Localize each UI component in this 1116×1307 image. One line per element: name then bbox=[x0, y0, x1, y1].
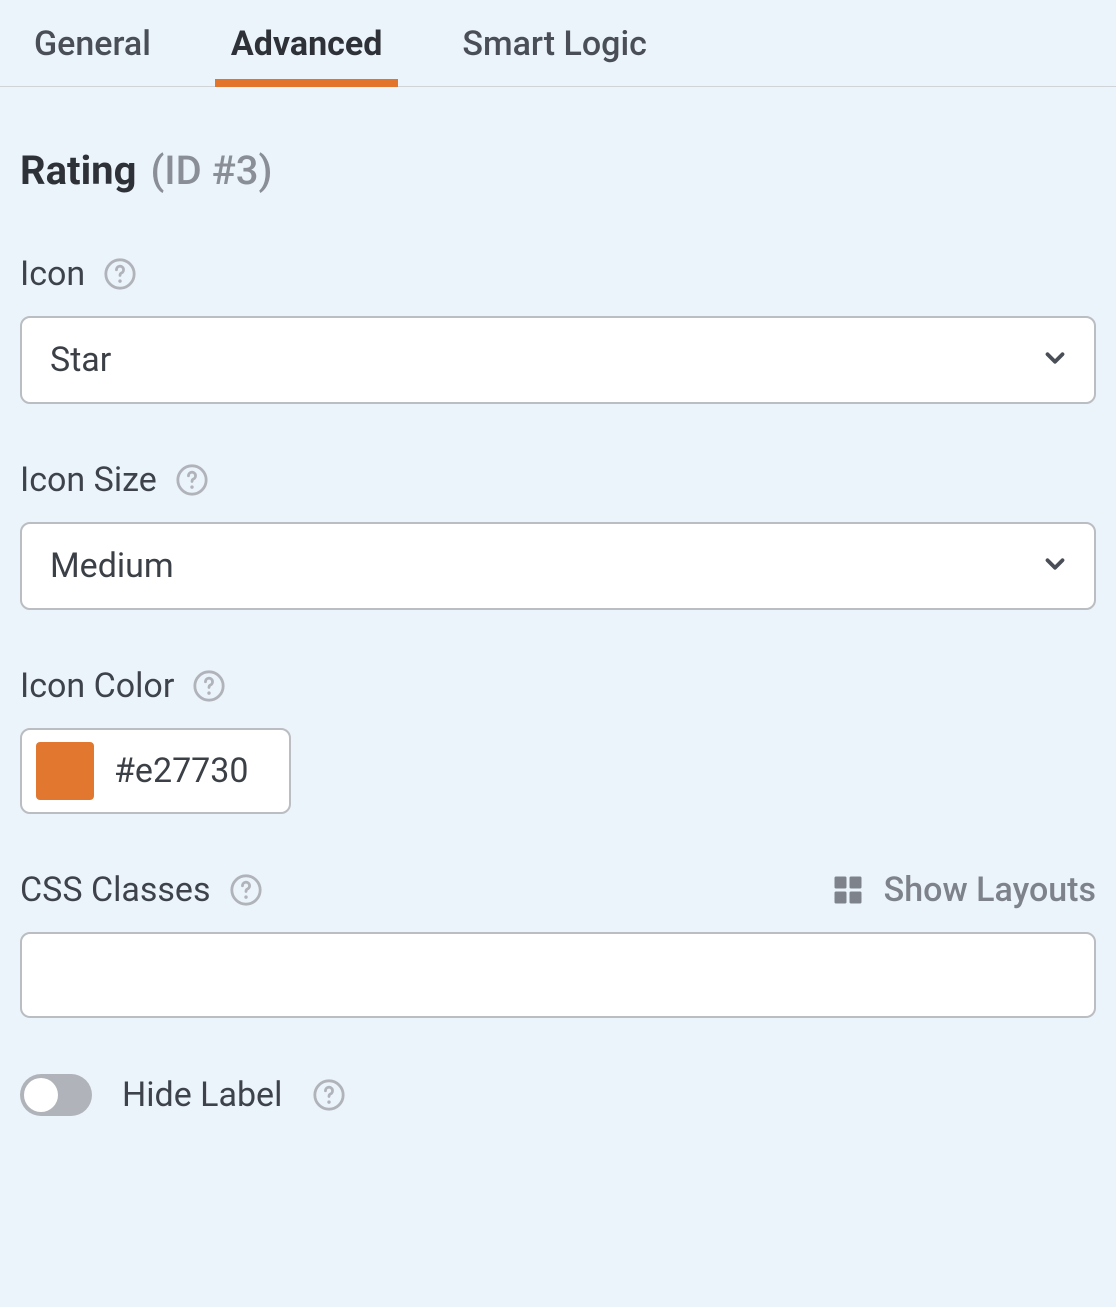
icon-select[interactable]: Star bbox=[20, 316, 1096, 404]
icon-select-wrap: Star bbox=[20, 316, 1096, 404]
icon-label: Icon bbox=[20, 254, 85, 294]
field-icon-color: Icon Color #e27730 bbox=[20, 666, 1096, 814]
grid-icon bbox=[830, 872, 866, 908]
css-classes-label: CSS Classes bbox=[20, 870, 211, 910]
css-classes-input[interactable] bbox=[20, 932, 1096, 1018]
color-swatch bbox=[36, 742, 94, 800]
field-options-panel: Rating (ID #3) Icon Star bbox=[0, 87, 1116, 1156]
help-icon[interactable] bbox=[192, 669, 226, 703]
tab-advanced[interactable]: Advanced bbox=[215, 0, 398, 86]
hide-label-toggle[interactable] bbox=[20, 1074, 92, 1116]
help-icon[interactable] bbox=[312, 1078, 346, 1112]
panel-title-row: Rating (ID #3) bbox=[20, 147, 1096, 194]
show-layouts-label: Show Layouts bbox=[884, 870, 1096, 910]
panel-id: (ID #3) bbox=[150, 147, 272, 194]
panel-title: Rating bbox=[20, 147, 136, 194]
show-layouts-button[interactable]: Show Layouts bbox=[830, 870, 1096, 910]
icon-size-label: Icon Size bbox=[20, 460, 157, 500]
icon-color-label: Icon Color bbox=[20, 666, 174, 706]
field-hide-label: Hide Label bbox=[20, 1074, 1096, 1116]
tabs: General Advanced Smart Logic bbox=[0, 0, 1116, 87]
tab-smart-logic[interactable]: Smart Logic bbox=[446, 0, 663, 86]
help-icon[interactable] bbox=[229, 873, 263, 907]
icon-size-select-wrap: Medium bbox=[20, 522, 1096, 610]
help-icon[interactable] bbox=[175, 463, 209, 497]
hide-label-label: Hide Label bbox=[122, 1075, 282, 1115]
help-icon[interactable] bbox=[103, 257, 137, 291]
field-icon-size: Icon Size Medium bbox=[20, 460, 1096, 610]
toggle-knob bbox=[24, 1078, 58, 1112]
icon-color-picker[interactable]: #e27730 bbox=[20, 728, 291, 814]
field-css-classes: CSS Classes bbox=[20, 870, 1096, 1018]
icon-color-value: #e27730 bbox=[114, 751, 249, 791]
field-icon: Icon Star bbox=[20, 254, 1096, 404]
tab-general[interactable]: General bbox=[18, 0, 167, 86]
icon-size-select[interactable]: Medium bbox=[20, 522, 1096, 610]
